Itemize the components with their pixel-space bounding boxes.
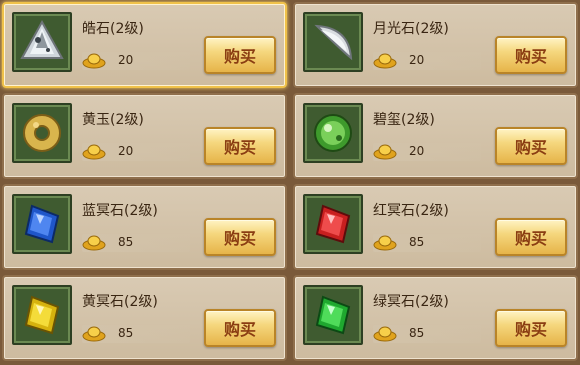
item-icon-frame bbox=[303, 194, 363, 254]
item-name: 绿冥石(2级) bbox=[373, 294, 449, 310]
gold-ingot-icon bbox=[82, 144, 106, 160]
gold-ingot-icon bbox=[82, 326, 106, 342]
item-name: 红冥石(2级) bbox=[373, 203, 449, 219]
item-price: 85 bbox=[118, 235, 134, 249]
item-price: 20 bbox=[409, 53, 425, 67]
moonstone-icon bbox=[314, 24, 353, 61]
gold-ingot-icon bbox=[373, 53, 397, 69]
item-price: 20 bbox=[118, 144, 134, 158]
shop-item-yellow-crystal[interactable]: 黄冥石(2级) 85 购买 bbox=[2, 275, 287, 361]
item-icon-frame bbox=[303, 12, 363, 72]
buy-button[interactable]: 购买 bbox=[495, 36, 567, 74]
item-name: 碧玺(2级) bbox=[373, 112, 435, 128]
item-icon-frame bbox=[303, 103, 363, 163]
gold-ingot-icon bbox=[373, 326, 397, 342]
buy-button[interactable]: 购买 bbox=[495, 309, 567, 347]
gold-ingot-icon bbox=[82, 53, 106, 69]
buy-button[interactable]: 购买 bbox=[495, 218, 567, 256]
jade-ring-icon bbox=[23, 114, 61, 152]
item-icon-frame bbox=[12, 12, 72, 72]
item-name: 蓝冥石(2级) bbox=[82, 203, 158, 219]
yellow-crystal-icon bbox=[24, 295, 60, 335]
item-name: 黄冥石(2级) bbox=[82, 294, 158, 310]
red-crystal-icon bbox=[315, 204, 351, 244]
shop-item-green-crystal[interactable]: 绿冥石(2级) 85 购买 bbox=[293, 275, 578, 361]
shop-item-green-orb[interactable]: 碧玺(2级) 20 购买 bbox=[293, 93, 578, 179]
shop-item-white-gem[interactable]: 皓石(2级) 20 购买 bbox=[2, 2, 287, 88]
buy-button[interactable]: 购买 bbox=[204, 218, 276, 256]
buy-button[interactable]: 购买 bbox=[204, 127, 276, 165]
gold-ingot-icon bbox=[82, 235, 106, 251]
shop-grid: 皓石(2级) 20 购买 月光石(2级) 20 购买 黄玉(2级) 20 购买 … bbox=[2, 2, 578, 363]
item-price: 85 bbox=[409, 326, 425, 340]
item-price: 85 bbox=[118, 326, 134, 340]
item-icon-frame bbox=[12, 285, 72, 345]
shop-item-blue-crystal[interactable]: 蓝冥石(2级) 85 购买 bbox=[2, 184, 287, 270]
green-crystal-icon bbox=[315, 295, 351, 335]
item-name: 月光石(2级) bbox=[373, 21, 449, 37]
shop-item-red-crystal[interactable]: 红冥石(2级) 85 购买 bbox=[293, 184, 578, 270]
item-name: 黄玉(2级) bbox=[82, 112, 144, 128]
white-gem-icon bbox=[20, 19, 64, 59]
item-name: 皓石(2级) bbox=[82, 21, 144, 37]
gold-ingot-icon bbox=[373, 235, 397, 251]
item-price: 85 bbox=[409, 235, 425, 249]
item-price: 20 bbox=[409, 144, 425, 158]
shop-item-moonstone[interactable]: 月光石(2级) 20 购买 bbox=[293, 2, 578, 88]
shop-item-jade-ring[interactable]: 黄玉(2级) 20 购买 bbox=[2, 93, 287, 179]
buy-button[interactable]: 购买 bbox=[204, 36, 276, 74]
green-orb-icon bbox=[314, 114, 352, 152]
item-price: 20 bbox=[118, 53, 134, 67]
blue-crystal-icon bbox=[24, 204, 60, 244]
buy-button[interactable]: 购买 bbox=[204, 309, 276, 347]
buy-button[interactable]: 购买 bbox=[495, 127, 567, 165]
item-icon-frame bbox=[12, 194, 72, 254]
gold-ingot-icon bbox=[373, 144, 397, 160]
item-icon-frame bbox=[12, 103, 72, 163]
item-icon-frame bbox=[303, 285, 363, 345]
